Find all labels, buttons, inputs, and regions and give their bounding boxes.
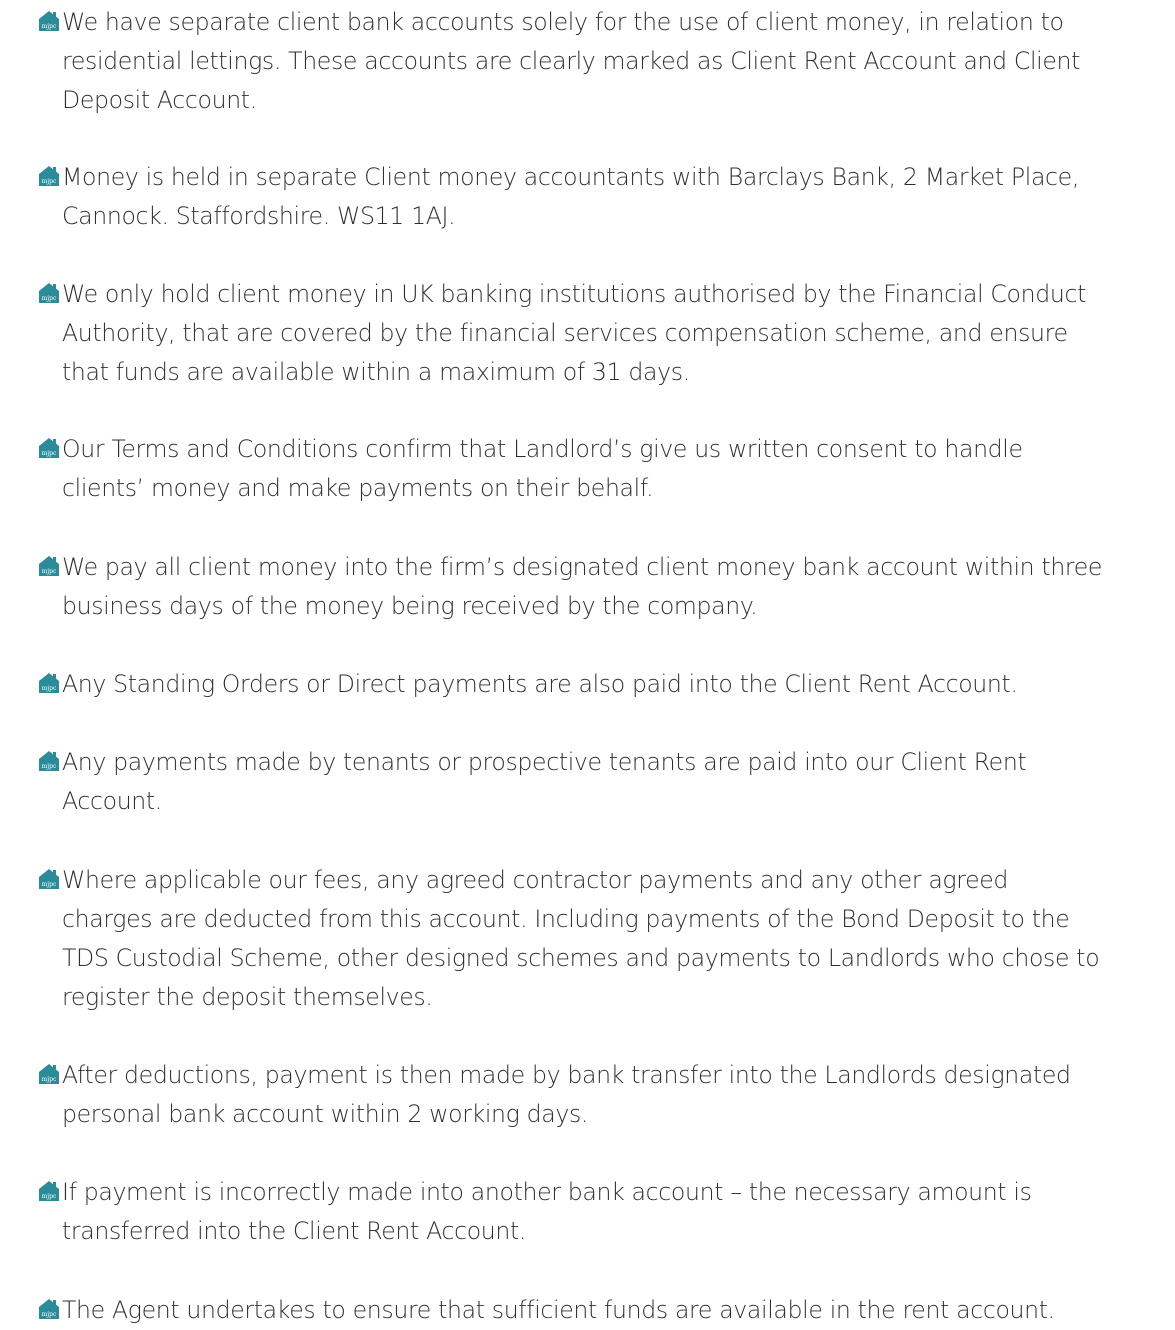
text-line: The Agent undertakes to ensure that suff… (62, 1296, 1055, 1324)
list-item-text: We only hold client money in UK banking … (62, 275, 1168, 392)
house-logo-icon: mjpc (38, 750, 60, 772)
house-logo-icon: mjpc (38, 1180, 60, 1202)
house-logo-text: mjpc (42, 881, 57, 888)
house-chimney (53, 752, 56, 757)
house-logo-text: mjpc (42, 763, 57, 770)
text-line: business days of the money being receive… (62, 592, 758, 620)
house-logo-graphic: mjpc (39, 751, 59, 771)
house-chimney (53, 674, 56, 679)
house-chimney (53, 1182, 56, 1187)
house-logo-graphic: mjpc (39, 673, 59, 693)
text-line: charges are deducted from this account. … (62, 905, 1070, 933)
text-line: register the deposit themselves. (62, 983, 433, 1011)
text-line: TDS Custodial Scheme, other designed sch… (62, 944, 1100, 972)
house-chimney (53, 284, 56, 289)
house-logo-text: mjpc (42, 685, 57, 692)
house-logo-icon: mjpc (38, 555, 60, 577)
text-line: After deductions, payment is then made b… (62, 1061, 1071, 1089)
text-line: We pay all client money into the firm’s … (62, 553, 1103, 581)
house-logo-text: mjpc (42, 1311, 57, 1318)
list-item-text: The Agent undertakes to ensure that suff… (62, 1291, 1168, 1330)
list-item-text: Any payments made by tenants or prospect… (62, 743, 1168, 821)
text-line: Our Terms and Conditions confirm that La… (62, 435, 1023, 463)
list-item-text: We pay all client money into the firm’s … (62, 548, 1168, 626)
house-logo-graphic: mjpc (39, 869, 59, 889)
house-logo-icon: mjpc (38, 868, 60, 890)
house-chimney (53, 1300, 56, 1305)
house-logo-icon: mjpc (38, 282, 60, 304)
house-logo-icon: mjpc (38, 672, 60, 694)
house-logo-graphic: mjpc (39, 1064, 59, 1084)
text-line: Money is held in separate Client money a… (62, 163, 1079, 191)
house-logo-text: mjpc (42, 1076, 57, 1083)
house-logo-text: mjpc (42, 450, 57, 457)
list-item-text: We have separate client bank accounts so… (62, 3, 1168, 120)
house-logo-icon: mjpc (38, 1063, 60, 1085)
text-line: Any Standing Orders or Direct payments a… (62, 670, 1018, 698)
house-chimney (53, 557, 56, 562)
list-item-text: Our Terms and Conditions confirm that La… (62, 430, 1168, 508)
house-chimney (53, 439, 56, 444)
house-logo-graphic: mjpc (39, 1299, 59, 1319)
house-logo-graphic: mjpc (39, 11, 59, 31)
house-chimney (53, 1065, 56, 1070)
house-logo-text: mjpc (42, 568, 57, 575)
list-item-text: Where applicable our fees, any agreed co… (62, 861, 1168, 1017)
client-money-policy-document: mjpc We have separate client bank accoun… (0, 0, 1175, 1324)
list-item-text: Any Standing Orders or Direct payments a… (62, 665, 1168, 704)
text-line: personal bank account within 2 working d… (62, 1100, 589, 1128)
house-logo-text: mjpc (42, 1193, 57, 1200)
text-line: transferred into the Client Rent Account… (62, 1217, 527, 1245)
house-logo-icon: mjpc (38, 165, 60, 187)
text-line: Cannock. Staffordshire. WS11 1AJ. (62, 202, 456, 230)
text-line: Authority, that are covered by the finan… (62, 319, 1068, 347)
house-logo-text: mjpc (42, 295, 57, 302)
text-line: Where applicable our fees, any agreed co… (62, 866, 1009, 894)
house-chimney (53, 167, 56, 172)
text-line: Deposit Account. (62, 86, 257, 114)
house-logo-icon: mjpc (38, 1298, 60, 1320)
text-line: Account. (62, 787, 162, 815)
text-line: that funds are available within a maximu… (62, 358, 690, 386)
house-logo-graphic: mjpc (39, 438, 59, 458)
list-item-text: After deductions, payment is then made b… (62, 1056, 1168, 1134)
text-line: We have separate client bank accounts so… (62, 8, 1064, 36)
text-line: If payment is incorrectly made into anot… (62, 1178, 1032, 1206)
text-line: We only hold client money in UK banking … (62, 280, 1086, 308)
text-line: residential lettings. These accounts are… (62, 47, 1081, 75)
list-item-text: Money is held in separate Client money a… (62, 158, 1168, 236)
house-logo-graphic: mjpc (39, 166, 59, 186)
list-item-text: If payment is incorrectly made into anot… (62, 1173, 1168, 1251)
house-logo-text: mjpc (42, 178, 57, 185)
house-chimney (53, 12, 56, 17)
text-line: Any payments made by tenants or prospect… (62, 748, 1027, 776)
house-logo-graphic: mjpc (39, 283, 59, 303)
house-logo-graphic: mjpc (39, 1181, 59, 1201)
house-logo-icon: mjpc (38, 10, 60, 32)
house-logo-text: mjpc (42, 23, 57, 30)
house-logo-icon: mjpc (38, 437, 60, 459)
text-line: clients’ money and make payments on thei… (62, 474, 654, 502)
house-logo-graphic: mjpc (39, 556, 59, 576)
house-chimney (53, 870, 56, 875)
